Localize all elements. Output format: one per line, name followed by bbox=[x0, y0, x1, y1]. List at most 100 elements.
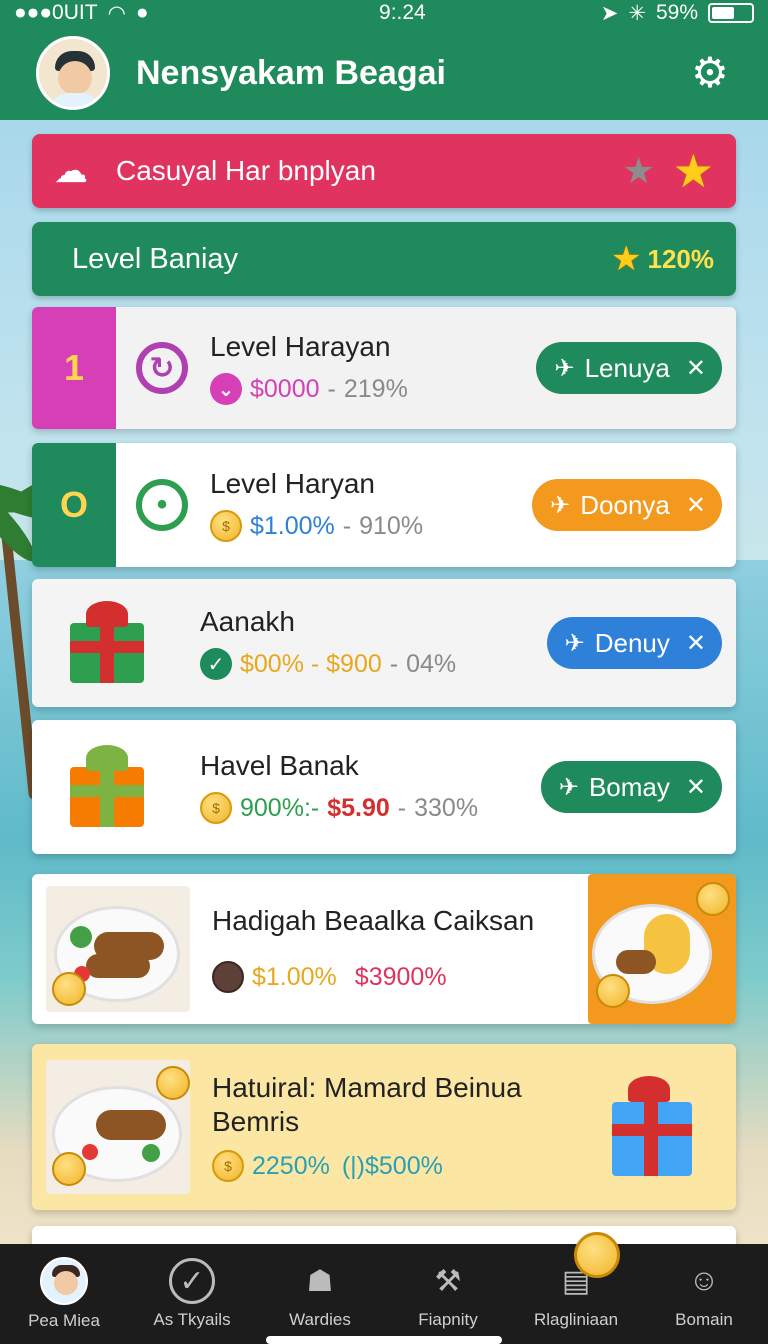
card-stat-secondary: 04% bbox=[406, 649, 457, 678]
star-gold-icon[interactable]: ★ bbox=[673, 144, 714, 198]
close-icon[interactable]: ✕ bbox=[686, 773, 706, 802]
card-title: Hatuiral: Mamard Beinua bbox=[212, 1072, 522, 1103]
tools-icon: ⚒ bbox=[434, 1264, 462, 1298]
card-title: Level Harayan bbox=[210, 331, 391, 362]
nav-label: Rlagliniaan bbox=[533, 1310, 619, 1329]
battery-icon bbox=[708, 3, 754, 23]
user-avatar[interactable] bbox=[36, 36, 110, 110]
gift-card-1[interactable]: Aanakh ✓ $00% - $900 - 04% ✈ Denuy ✕ bbox=[32, 579, 736, 707]
card-rank: 1 bbox=[32, 307, 116, 429]
level-card-1[interactable]: 1 ↻ Level Harayan ⌄ $0000 - 219% ✈ Lenuy… bbox=[32, 307, 736, 429]
airplane-icon: ✈ bbox=[550, 491, 571, 519]
card-rank: O bbox=[32, 443, 116, 567]
close-icon[interactable]: ✕ bbox=[686, 354, 706, 383]
action-button-label: Denuy bbox=[594, 627, 670, 658]
airplane-icon: ✈ bbox=[558, 773, 579, 801]
nav-item-profile[interactable]: Pea Miea bbox=[0, 1244, 128, 1344]
card-stat-primary: $00% - $900 bbox=[240, 649, 382, 678]
card-stat-secondary: 330% bbox=[414, 793, 479, 822]
card-stat-secondary: 910% bbox=[359, 511, 424, 540]
nav-item-wallet[interactable]: ▤ Rlagliniaan bbox=[512, 1232, 640, 1344]
nav-item-bomain[interactable]: ☺ Bomain bbox=[640, 1244, 768, 1344]
gift-box-icon bbox=[48, 737, 178, 837]
nav-item-fiapnity[interactable]: ⚒ Fiapnity bbox=[384, 1244, 512, 1344]
food-plate-image bbox=[46, 886, 190, 1012]
nav-label: Pea Miea bbox=[28, 1311, 100, 1330]
avatar-icon bbox=[40, 1257, 88, 1305]
refresh-icon: ↻ bbox=[136, 342, 188, 394]
action-button-denuy[interactable]: ✈ Denuy ✕ bbox=[546, 617, 722, 669]
star-icon: ★ bbox=[611, 240, 642, 278]
separator: - bbox=[342, 511, 352, 540]
chef-hat-icon: ☁ bbox=[54, 152, 88, 190]
gear-icon[interactable]: ⚙ bbox=[688, 51, 732, 95]
home-indicator[interactable] bbox=[266, 1336, 502, 1344]
card-title: Havel Banak bbox=[200, 750, 359, 781]
card-title: Aanakh bbox=[200, 606, 295, 637]
card-stat-primary: $1.00% bbox=[252, 962, 337, 991]
card-title: Level Haryan bbox=[210, 468, 375, 499]
action-button-bomay[interactable]: ✈ Bomay ✕ bbox=[540, 761, 722, 813]
level-banner-label: Level Baniay bbox=[72, 242, 239, 275]
food-promo-image[interactable] bbox=[588, 874, 736, 1024]
close-icon[interactable]: ✕ bbox=[686, 629, 706, 658]
action-button-label: Doonya bbox=[580, 489, 670, 520]
coin-icon: $ bbox=[200, 792, 232, 824]
cart-icon: ☗ bbox=[306, 1264, 334, 1298]
gift-box-icon bbox=[48, 593, 178, 693]
close-icon[interactable]: ✕ bbox=[686, 491, 706, 520]
action-button-lenuya[interactable]: ✈ Lenuya ✕ bbox=[536, 342, 722, 394]
card-title-line2: Bemris bbox=[212, 1106, 300, 1137]
star-outline-icon[interactable]: ★ bbox=[622, 150, 654, 192]
card-stat-secondary: (|)$500% bbox=[341, 1151, 443, 1180]
card-stat-primary: 900%:- bbox=[240, 793, 320, 822]
check-icon: ✓ bbox=[200, 648, 232, 680]
nav-label: Fiapnity bbox=[418, 1310, 478, 1329]
promo-banner-label: Casuyal Har bnplyan bbox=[116, 155, 376, 186]
nav-item-wardies[interactable]: ☗ Wardies bbox=[256, 1244, 384, 1344]
separator: - bbox=[327, 374, 336, 403]
chat-icon: • bbox=[136, 479, 188, 531]
nav-label: Bomain bbox=[675, 1310, 733, 1329]
card-stat-price: $3900% bbox=[354, 962, 447, 991]
card-stat-primary: $1.00% bbox=[250, 511, 335, 540]
card-title: Hadigah Beaalka Caiksan bbox=[212, 905, 535, 936]
level-banner[interactable]: Level Baniay ★ 120% bbox=[32, 222, 736, 296]
action-button-label: Bomay bbox=[588, 771, 670, 802]
location-icon: ➤ bbox=[600, 1, 619, 25]
promo-banner-red[interactable]: ☁ Casuyal Har bnplyan ★ ★ bbox=[32, 134, 736, 208]
gift-card-2[interactable]: Havel Banak $ 900%:- $5.90 - 330% ✈ Boma… bbox=[32, 720, 736, 854]
page-title: Nensyakam Beagai bbox=[136, 53, 446, 92]
card-stat-primary: $0000 bbox=[250, 374, 320, 403]
level-card-2[interactable]: O • Level Haryan $ $1.00% - 910% ✈ Doony… bbox=[32, 443, 736, 567]
food-plate-image bbox=[46, 1060, 190, 1194]
action-button-label: Lenuya bbox=[584, 352, 670, 383]
separator: - bbox=[389, 649, 399, 678]
gift-box-icon bbox=[582, 1062, 722, 1192]
status-time: 9:.24 bbox=[379, 1, 426, 24]
airplane-icon: ✈ bbox=[554, 354, 575, 382]
bottom-nav: Pea Miea ✓ As Tkyails ☗ Wardies ⚒ Fiapni… bbox=[0, 1232, 768, 1344]
coin-icon: $ bbox=[212, 1150, 244, 1182]
coin-badge-icon bbox=[574, 1232, 620, 1278]
profile-icon: ☺ bbox=[688, 1264, 720, 1297]
nav-label: Wardies bbox=[289, 1310, 351, 1329]
food-card-1[interactable]: Hadigah Beaalka Caiksan $1.00% $3900% bbox=[32, 874, 736, 1024]
battery-percent: 59% bbox=[655, 1, 698, 24]
carrier-label: ●●●0UIT bbox=[14, 1, 98, 24]
coin-icon: $ bbox=[210, 510, 242, 542]
wifi-icon: ◠ bbox=[107, 1, 126, 25]
status-bar: ●●●0UIT ◠ ● 9:.24 ➤ ✳ 59% bbox=[0, 0, 768, 26]
card-stat-secondary: 219% bbox=[343, 374, 408, 403]
separator: - bbox=[397, 793, 407, 822]
nav-item-search[interactable]: ✓ As Tkyails bbox=[128, 1244, 256, 1344]
nav-label: As Tkyails bbox=[153, 1310, 231, 1329]
airplane-icon: ✈ bbox=[564, 629, 585, 657]
notification-icon: ● bbox=[135, 1, 149, 24]
search-check-icon: ✓ bbox=[169, 1258, 215, 1304]
app-header: Nensyakam Beagai ⚙ bbox=[0, 26, 768, 120]
promo-card[interactable]: Hatuiral: Mamard Beinua Bemris $ 2250% (… bbox=[32, 1044, 736, 1210]
bluetooth-icon: ✳ bbox=[628, 1, 646, 25]
level-percent: 120% bbox=[647, 243, 715, 274]
action-button-doonya[interactable]: ✈ Doonya ✕ bbox=[532, 479, 722, 531]
